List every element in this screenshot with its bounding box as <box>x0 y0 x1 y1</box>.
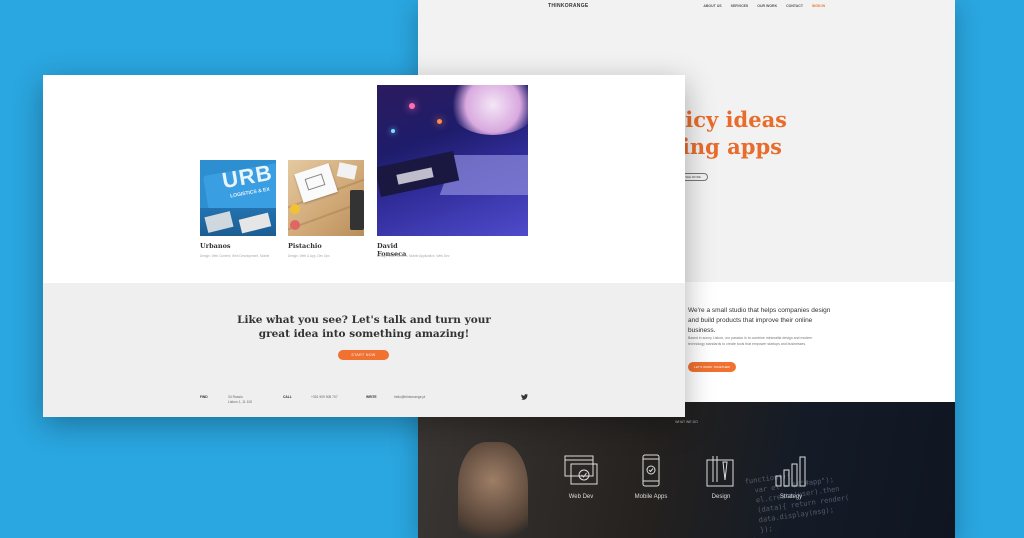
footer-find-label: Find <box>200 395 208 399</box>
contact-heading-line-2: great idea into something amazing! <box>258 328 470 340</box>
footer-find-address: 34 Rossio Lisbon 1, 11 100 <box>228 395 252 405</box>
card-title: Pistachio <box>288 242 322 250</box>
footer-email[interactable]: hello@thinkorange.pt <box>394 395 425 399</box>
card-subtitle: Design, Web & App, Dev Ops <box>288 254 330 258</box>
footer-write-email[interactable]: hello@thinkorange.pt <box>394 395 425 400</box>
pistachio-thumbnail[interactable] <box>288 160 364 236</box>
service-design[interactable]: Design <box>696 454 746 500</box>
contact-heading: Like what you see? Let's talk and turn y… <box>43 313 685 341</box>
footer-call-label: Call <box>283 395 292 399</box>
nav-links: ABOUT US SERVICES OUR WORK CONTACT SIGN … <box>703 4 825 8</box>
service-mobile-apps[interactable]: Mobile Apps <box>626 454 676 500</box>
web-dev-icon <box>564 455 598 485</box>
contact-heading-line-1: Like what you see? Let's talk and turn y… <box>237 314 491 326</box>
footer-address-line-2: Lisbon 1, 11 100 <box>228 400 253 404</box>
nav-about[interactable]: ABOUT US <box>703 4 721 8</box>
footer-call-number[interactable]: +351 909 908 707 <box>311 395 338 400</box>
service-label: Design <box>711 494 731 500</box>
top-nav: THINKORANGE ABOUT US SERVICES OUR WORK C… <box>418 0 955 16</box>
service-web-dev[interactable]: Web Dev <box>556 454 606 500</box>
twitter-icon <box>521 394 528 400</box>
about-text: Based in sunny Lisbon, our passion is to… <box>688 336 813 346</box>
services-section: function(){ var el = $("#app"); el.creat… <box>418 402 955 538</box>
hero-heading: uicy ideas zing apps <box>670 107 787 159</box>
background-photo <box>458 442 528 538</box>
urbanos-thumbnail[interactable]: URB LOGISTICS & EX <box>200 160 276 236</box>
mobile-icon <box>642 454 660 487</box>
nav-work[interactable]: OUR WORK <box>757 4 777 8</box>
footer-phone[interactable]: +351 909 908 707 <box>311 395 338 399</box>
nav-contact[interactable]: CONTACT <box>786 4 803 8</box>
twitter-link[interactable] <box>521 394 528 402</box>
start-now-button[interactable]: START NOW <box>338 350 389 360</box>
site-logo[interactable]: THINKORANGE <box>548 3 589 9</box>
about-cta-button[interactable]: LET'S WORK TOGETHER <box>688 362 736 372</box>
david-fonseca-thumbnail[interactable] <box>377 85 528 236</box>
card-subtitle: Design, Web Content, Mobile Application,… <box>377 254 450 258</box>
service-label: Strategy <box>779 494 803 500</box>
about-lead: We're a small studio that helps companie… <box>688 307 831 334</box>
front-website-window: URB LOGISTICS & EX Urbanos Design, Web C… <box>43 75 685 417</box>
card-subtitle: Design, Web Content, Web Development, Mo… <box>200 254 270 258</box>
footer-find: Find <box>200 395 208 400</box>
contact-section: Like what you see? Let's talk and turn y… <box>43 283 685 417</box>
nav-services[interactable]: SERVICES <box>731 4 749 8</box>
footer-call: Call <box>283 395 292 400</box>
design-icon <box>706 456 734 487</box>
what-we-do-label: What we do <box>675 420 698 424</box>
service-strategy[interactable]: Strategy <box>766 454 816 500</box>
service-label: Web Dev <box>568 494 594 500</box>
footer-write: Write <box>366 395 377 400</box>
bar-chart-icon <box>775 456 806 487</box>
service-label: Mobile Apps <box>634 494 668 500</box>
footer-write-label: Write <box>366 395 377 399</box>
nav-signin[interactable]: SIGN IN <box>812 4 825 8</box>
card-title: Urbanos <box>200 242 231 250</box>
